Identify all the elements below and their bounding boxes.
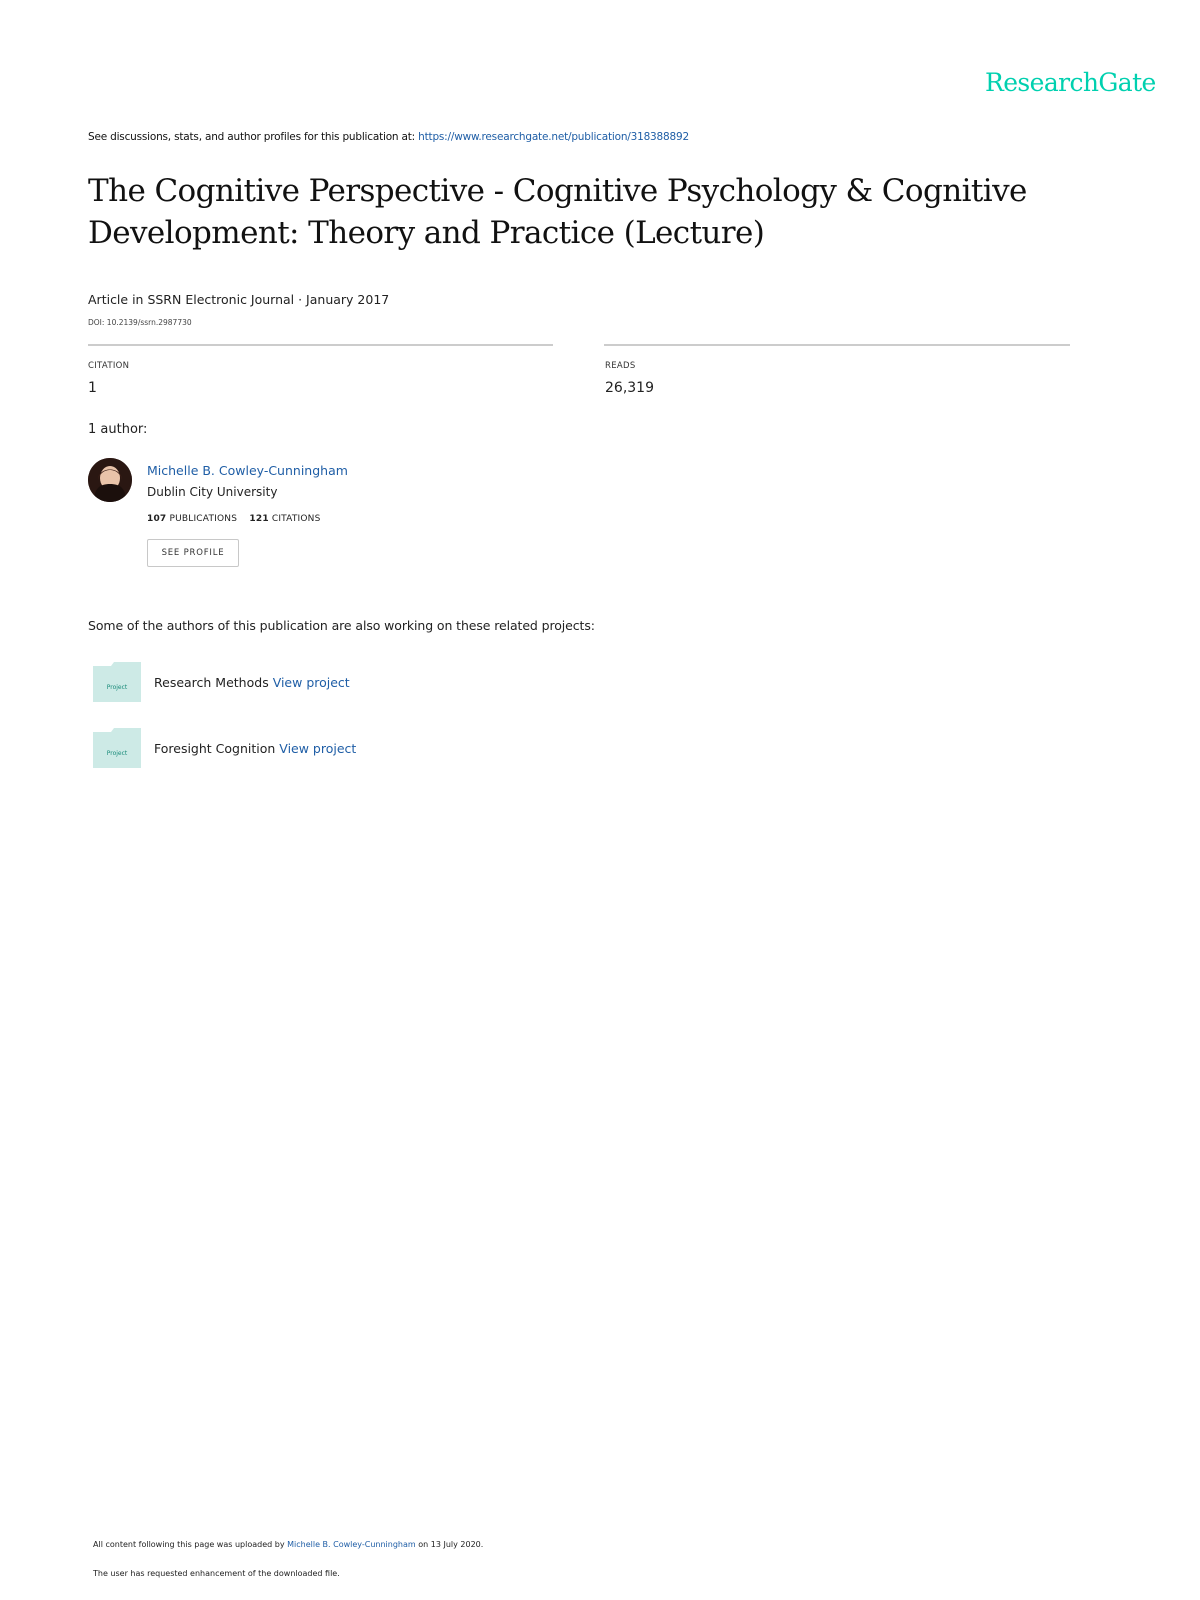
author-name-link[interactable]: Michelle B. Cowley-Cunningham bbox=[147, 463, 348, 478]
citations-label: CITATIONS bbox=[271, 514, 321, 524]
citation-divider bbox=[88, 344, 553, 346]
reads-divider bbox=[604, 344, 1070, 346]
project-icon: Project bbox=[93, 728, 141, 772]
publications-count: 107 bbox=[147, 514, 167, 524]
see-profile-button[interactable]: SEE PROFILE bbox=[147, 539, 239, 567]
enhancement-note: The user has requested enhancement of th… bbox=[93, 1569, 340, 1578]
upload-prefix: All content following this page was uplo… bbox=[93, 1540, 288, 1549]
publication-meta: Article in SSRN Electronic Journal · Jan… bbox=[88, 292, 390, 307]
citations-count: 121 bbox=[249, 514, 269, 524]
reads-value: 26,319 bbox=[605, 380, 654, 396]
project-item: Research Methods View project bbox=[154, 675, 350, 690]
source-text: See discussions, stats, and author profi… bbox=[88, 131, 419, 143]
publication-title: The Cognitive Perspective - Cognitive Ps… bbox=[88, 173, 1027, 251]
project-name: Foresight Cognition bbox=[154, 741, 280, 756]
author-avatar[interactable] bbox=[88, 458, 132, 502]
author-stats: 107 PUBLICATIONS 121 CITATIONS bbox=[147, 514, 321, 524]
doi-text: DOI: 10.2139/ssrn.2987730 bbox=[88, 318, 192, 327]
citation-label: CITATION bbox=[88, 361, 130, 371]
project-icon-label: Project bbox=[107, 684, 128, 691]
author-institution: Dublin City University bbox=[147, 485, 278, 499]
citation-value: 1 bbox=[88, 380, 97, 396]
project-icon: Project bbox=[93, 662, 141, 706]
project-name: Research Methods bbox=[154, 675, 273, 690]
publication-source-line: See discussions, stats, and author profi… bbox=[88, 131, 689, 143]
uploader-link[interactable]: Michelle B. Cowley-Cunningham bbox=[287, 1540, 416, 1549]
researchgate-logo[interactable]: ResearchGate bbox=[985, 68, 1156, 97]
view-project-link[interactable]: View project bbox=[273, 675, 350, 690]
upload-date: on 13 July 2020. bbox=[415, 1540, 484, 1549]
project-item: Foresight Cognition View project bbox=[154, 741, 356, 756]
project-icon-label: Project bbox=[107, 750, 128, 757]
publication-url-link[interactable]: https://www.researchgate.net/publication… bbox=[418, 131, 689, 143]
related-projects-intro: Some of the authors of this publication … bbox=[88, 618, 595, 633]
publications-label: PUBLICATIONS bbox=[169, 514, 238, 524]
view-project-link[interactable]: View project bbox=[279, 741, 356, 756]
authors-count: 1 author: bbox=[88, 422, 148, 437]
upload-note: All content following this page was uplo… bbox=[93, 1540, 483, 1549]
reads-label: READS bbox=[605, 361, 636, 371]
